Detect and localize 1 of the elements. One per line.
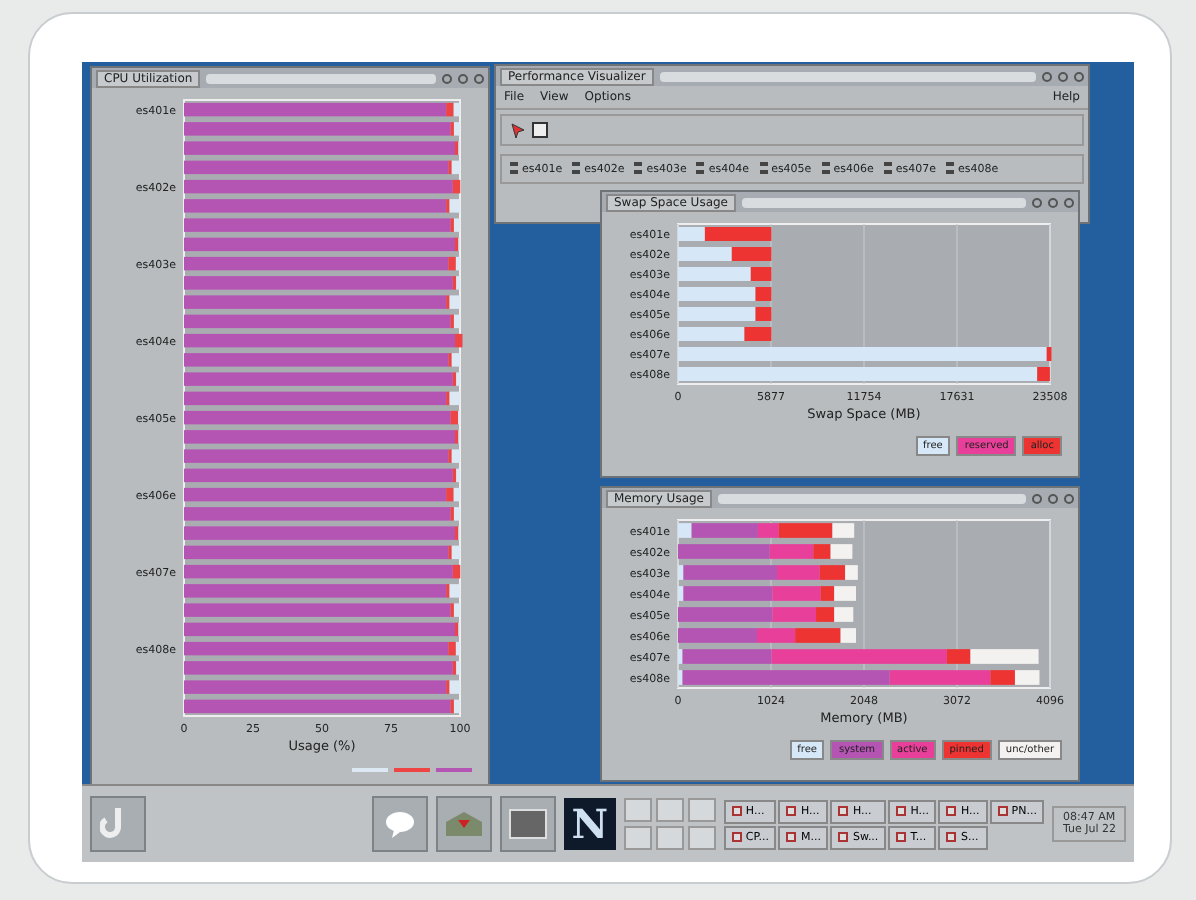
browser-logo[interactable]: N — [563, 798, 616, 850]
